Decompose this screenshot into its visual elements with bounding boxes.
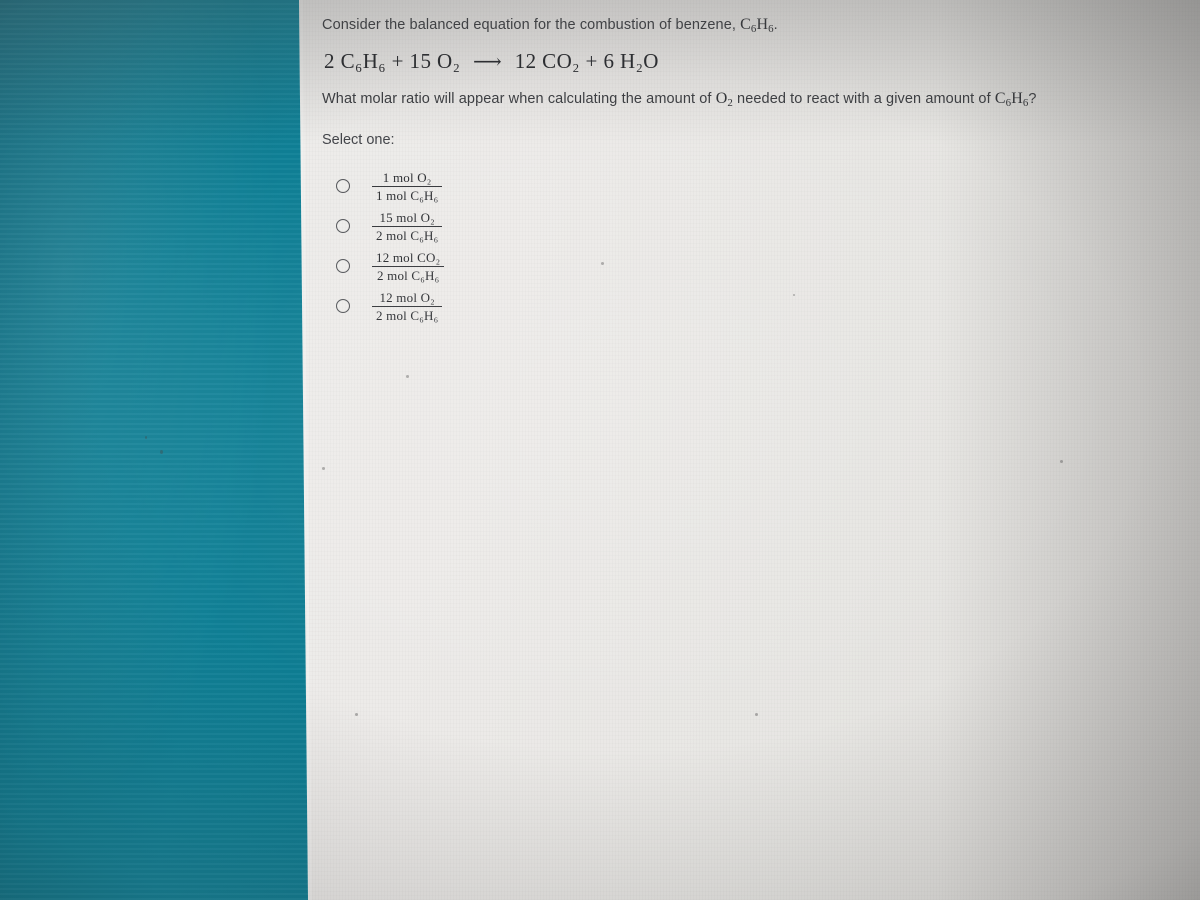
answer-option-d[interactable]: 12 mol O₂ 2 mol C₆H₆ xyxy=(336,286,1122,326)
equation-plus-1: + xyxy=(391,48,404,73)
prompt-c6h6-h: H xyxy=(1011,89,1023,107)
fraction-numerator-d: 12 mol O₂ xyxy=(372,290,443,307)
answer-option-c[interactable]: 12 mol CO₂ 2 mol C₆H₆ xyxy=(336,246,1122,286)
fraction-denominator-a: 1 mol C₆H₆ xyxy=(376,187,439,203)
equation-left-species-2: O₂ xyxy=(437,48,461,73)
radio-button-option-b[interactable] xyxy=(336,219,350,234)
radio-button-option-a[interactable] xyxy=(336,179,350,194)
benzene-formula-intro: C6H6 xyxy=(740,16,774,35)
intro-formula-c: C xyxy=(740,16,751,33)
prompt-text-part-1: What molar ratio will appear when calcul… xyxy=(322,90,712,107)
molar-ratio-fraction-d: 12 mol O₂ 2 mol C₆H₆ xyxy=(372,290,443,324)
oxygen-formula: O2 xyxy=(715,89,733,109)
fraction-numerator-b: 15 mol O₂ xyxy=(372,210,443,227)
prompt-c6h6-c: C xyxy=(994,89,1006,107)
fraction-denominator-c: 2 mol C₆H₆ xyxy=(376,267,440,283)
equation-left-species-1: C₆H₆ xyxy=(340,48,386,73)
prompt-question-mark: ? xyxy=(1028,90,1037,107)
answer-option-b[interactable]: 15 mol O₂ 2 mol C₆H₆ xyxy=(336,206,1122,246)
reaction-arrow-icon: ⟶ xyxy=(472,50,503,73)
balanced-equation: 2 C₆H₆ + 15 O₂ ⟶ 12 CO₂ + 6 H₂O xyxy=(324,49,1122,74)
prompt-o2-symbol: O xyxy=(715,89,728,107)
radio-button-option-d[interactable] xyxy=(336,299,350,314)
fraction-denominator-d: 2 mol C₆H₆ xyxy=(376,307,439,323)
fraction-numerator-a: 1 mol O₂ xyxy=(372,170,443,187)
question-content: Consider the balanced equation for the c… xyxy=(322,14,1122,326)
equation-right-species-1: CO₂ xyxy=(542,48,580,73)
prompt-text-part-2: needed to react with a given amount of xyxy=(737,90,991,107)
equation-right-coefficient-1: 12 xyxy=(514,48,537,73)
prompt-o2-subscript: 2 xyxy=(727,96,733,109)
equation-plus-2: + xyxy=(585,48,598,73)
intro-period: . xyxy=(773,17,778,33)
answer-option-a[interactable]: 1 mol O₂ 1 mol C₆H₆ xyxy=(336,166,1122,206)
molar-ratio-fraction-c: 12 mol CO₂ 2 mol C₆H₆ xyxy=(372,250,445,284)
radio-button-option-c[interactable] xyxy=(336,259,350,274)
question-prompt-line: What molar ratio will appear when calcul… xyxy=(322,88,1122,111)
screenshot-photo: Consider the balanced equation for the c… xyxy=(0,0,1200,900)
benzene-formula-prompt: C6H6 xyxy=(994,89,1029,109)
intro-formula-h: H xyxy=(756,16,769,33)
teal-side-panel xyxy=(0,0,308,900)
question-intro-line: Consider the balanced equation for the c… xyxy=(322,14,1122,37)
fraction-denominator-b: 2 mol C₆H₆ xyxy=(376,227,439,243)
equation-left-coefficient-1: 2 xyxy=(324,48,335,73)
molar-ratio-fraction-a: 1 mol O₂ 1 mol C₆H₆ xyxy=(372,170,443,204)
equation-right-species-2: H₂O xyxy=(620,48,659,73)
answer-options-list: 1 mol O₂ 1 mol C₆H₆ 15 mol O₂ 2 mol C₆H₆… xyxy=(336,166,1122,326)
teal-panel-sheen xyxy=(0,0,308,900)
select-one-label: Select one: xyxy=(322,132,395,149)
molar-ratio-fraction-b: 15 mol O₂ 2 mol C₆H₆ xyxy=(372,210,443,244)
equation-right-coefficient-2: 6 xyxy=(603,48,615,73)
equation-left-coefficient-2: 15 xyxy=(409,48,432,73)
fraction-numerator-c: 12 mol CO₂ xyxy=(372,250,445,267)
question-intro-text: Consider the balanced equation for the c… xyxy=(322,17,736,33)
